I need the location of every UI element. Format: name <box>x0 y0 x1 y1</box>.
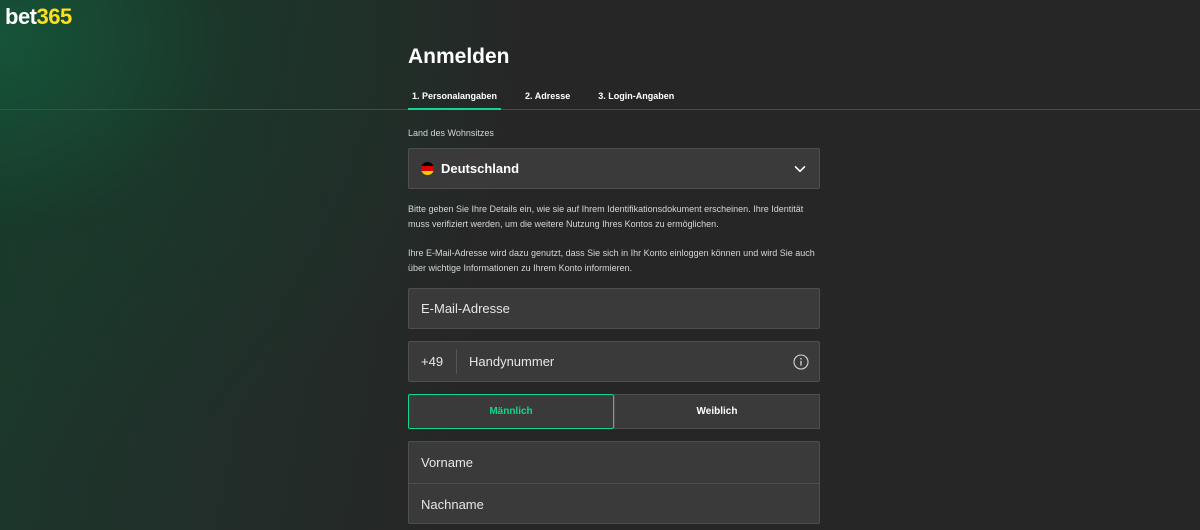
last-name-field[interactable] <box>409 484 819 524</box>
step-login-details[interactable]: 3. Login-Angaben <box>594 84 678 110</box>
email-field[interactable] <box>409 289 819 328</box>
phone-country-code[interactable]: +49 <box>409 349 457 374</box>
bet365-logo[interactable]: bet365 <box>5 4 72 30</box>
step-address[interactable]: 2. Adresse <box>521 84 574 110</box>
last-name-row <box>409 483 819 524</box>
country-label: Land des Wohnsitzes <box>408 128 494 138</box>
chevron-down-icon <box>794 166 806 173</box>
country-select[interactable]: Deutschland <box>408 148 820 189</box>
first-name-row <box>409 442 819 483</box>
step-personal-details[interactable]: 1. Personalangaben <box>408 84 502 110</box>
phone-field[interactable] <box>457 342 819 381</box>
page-title: Anmelden <box>408 45 510 68</box>
email-field-wrapper <box>408 288 820 329</box>
gender-male-button[interactable]: Männlich <box>408 394 614 429</box>
germany-flag-icon <box>421 162 434 175</box>
first-name-field[interactable] <box>409 442 819 483</box>
gender-toggle: Männlich Weiblich <box>408 394 820 429</box>
info-icon[interactable] <box>793 354 809 370</box>
country-select-value: Deutschland <box>441 161 520 176</box>
gender-female-button[interactable]: Weiblich <box>614 394 820 429</box>
email-info-text: Ihre E-Mail-Adresse wird dazu genutzt, d… <box>408 248 815 273</box>
logo-text-bet: bet <box>5 4 37 29</box>
registration-steps: 1. Personalangaben 2. Adresse 3. Login-A… <box>408 84 698 110</box>
phone-field-wrapper: +49 <box>408 341 820 382</box>
identity-info-text: Bitte geben Sie Ihre Details ein, wie si… <box>408 204 804 229</box>
name-fields <box>408 441 820 524</box>
logo-text-365: 365 <box>36 4 73 29</box>
